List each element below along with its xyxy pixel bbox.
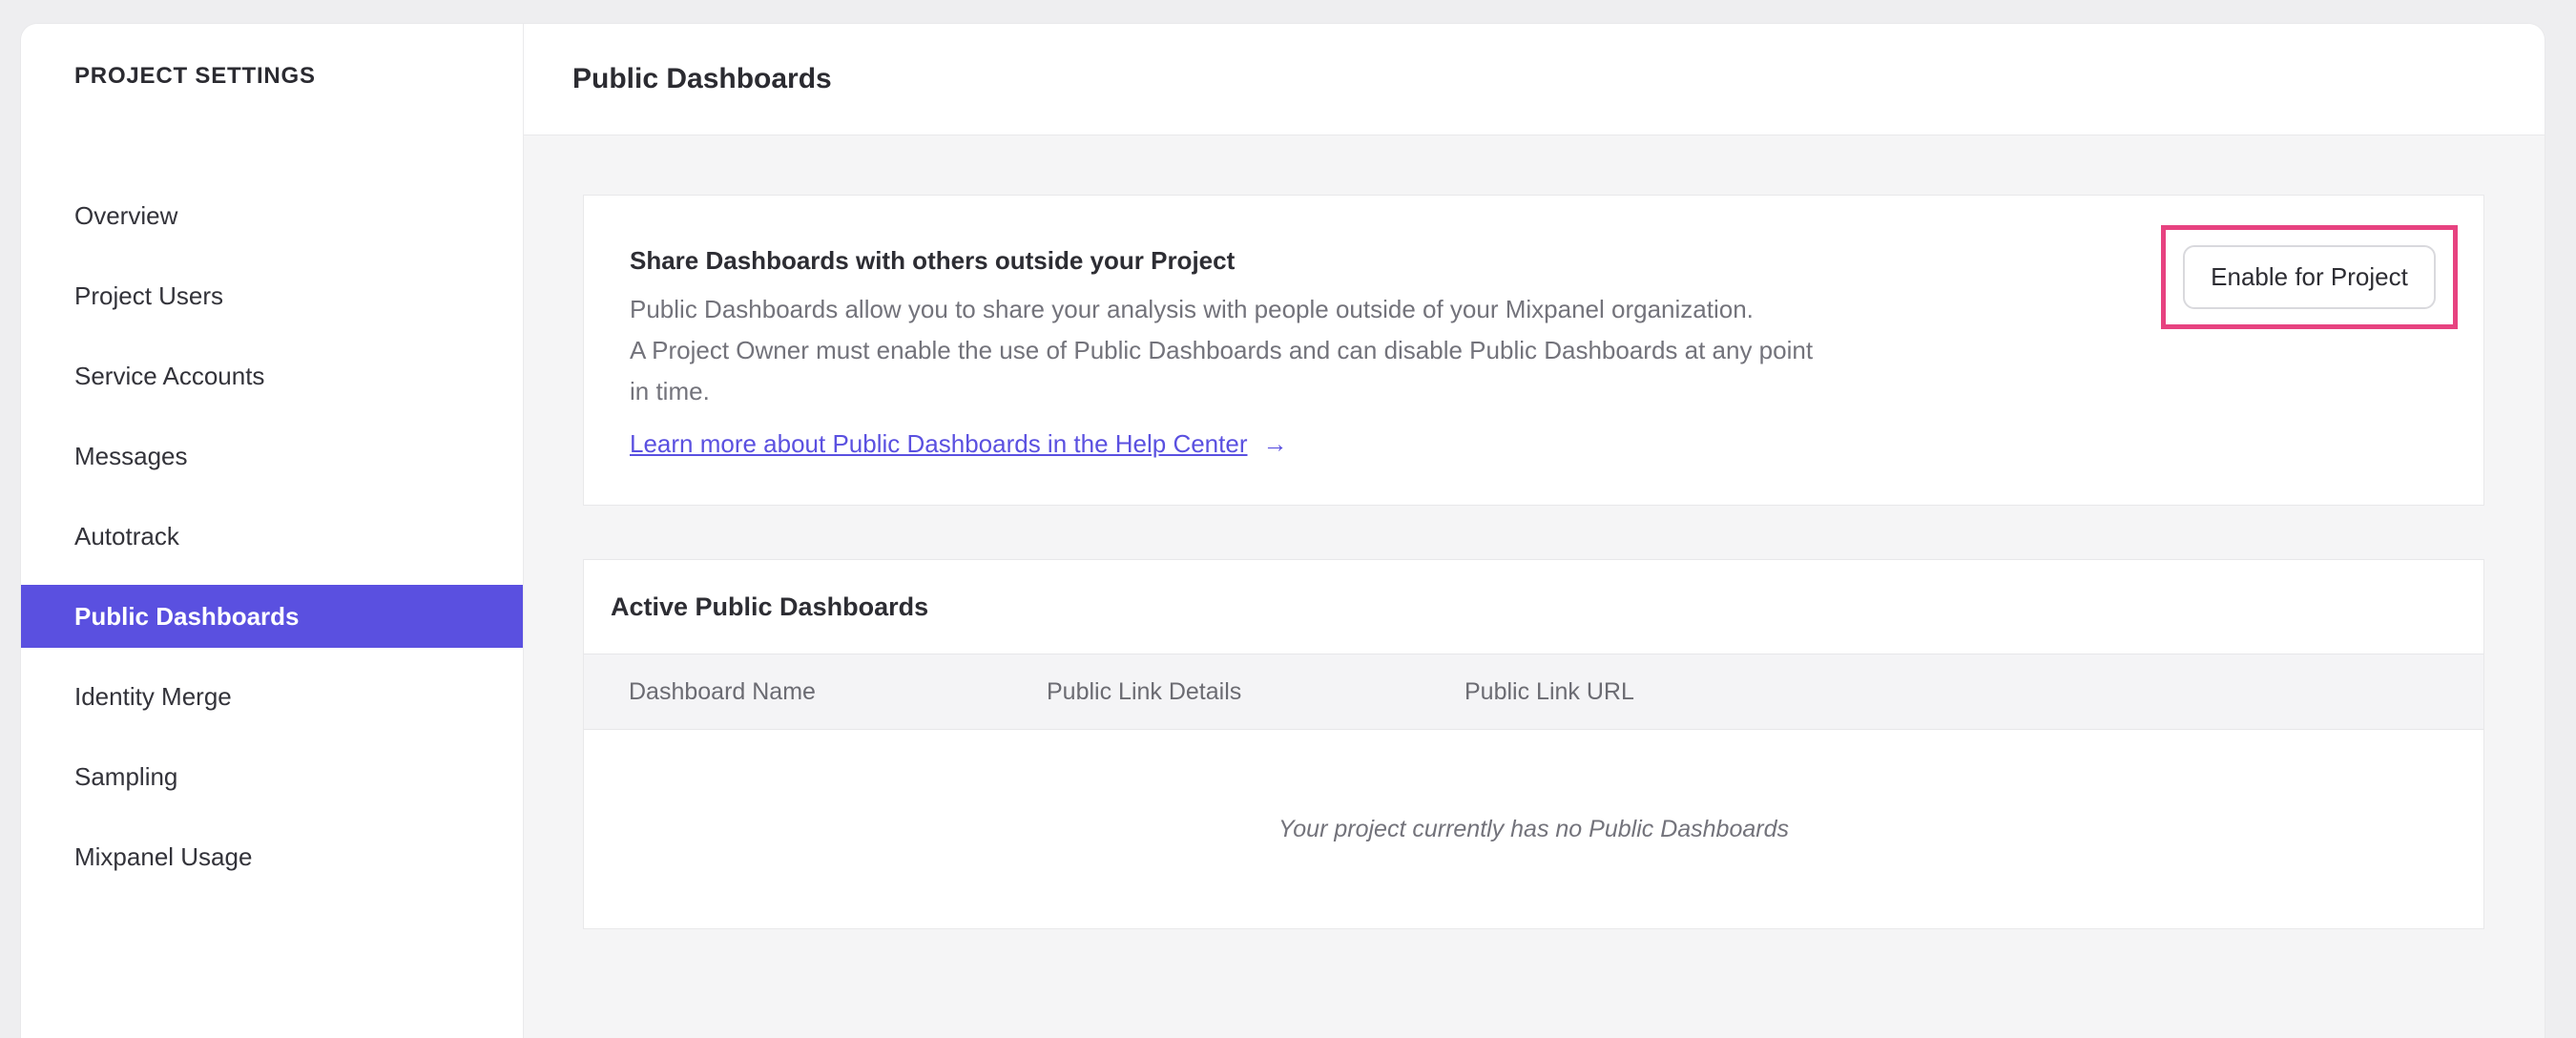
main-area: Public Dashboards Share Dashboards with … [524, 24, 2545, 1038]
column-header-dashboard-name: Dashboard Name [629, 677, 816, 705]
sidebar-item-overview[interactable]: Overview [21, 184, 523, 247]
active-dashboards-card: Active Public Dashboards Dashboard Name … [583, 559, 2484, 929]
sidebar-item-service-accounts[interactable]: Service Accounts [21, 344, 523, 407]
arrow-right-icon: → [1262, 429, 1288, 458]
sidebar-item-project-users[interactable]: Project Users [21, 264, 523, 327]
column-header-public-link-url: Public Link URL [1465, 677, 1634, 705]
share-dashboards-card: Share Dashboards with others outside you… [583, 195, 2484, 506]
page-title: Public Dashboards [572, 63, 832, 94]
sidebar-item-public-dashboards[interactable]: Public Dashboards [21, 585, 523, 648]
sidebar-title: PROJECT SETTINGS [74, 63, 316, 89]
annotation-highlight-box: Enable for Project [2161, 225, 2458, 329]
active-dashboards-title: Active Public Dashboards [611, 592, 929, 621]
settings-panel: PROJECT SETTINGS Overview Project Users … [20, 23, 2545, 1038]
share-card-description-line: in time. [630, 377, 710, 405]
share-card-description-line: A Project Owner must enable the use of P… [630, 336, 1814, 364]
active-dashboards-title-row: Active Public Dashboards [584, 560, 2483, 654]
page-header: Public Dashboards [524, 24, 2545, 135]
sidebar-item-sampling[interactable]: Sampling [21, 745, 523, 808]
empty-state-message: Your project currently has no Public Das… [1278, 815, 1789, 842]
sidebar-item-autotrack[interactable]: Autotrack [21, 505, 523, 568]
help-center-link-row: Learn more about Public Dashboards in th… [630, 424, 2483, 465]
sidebar-item-messages[interactable]: Messages [21, 425, 523, 488]
enable-for-project-button[interactable]: Enable for Project [2183, 245, 2436, 309]
empty-state: Your project currently has no Public Das… [584, 730, 2483, 928]
column-header-public-link-details: Public Link Details [1047, 677, 1242, 705]
sidebar-nav: Overview Project Users Service Accounts … [21, 184, 523, 888]
sidebar: PROJECT SETTINGS Overview Project Users … [21, 24, 524, 1038]
sidebar-item-mixpanel-usage[interactable]: Mixpanel Usage [21, 825, 523, 888]
table-header-row: Dashboard Name Public Link Details Publi… [584, 654, 2483, 730]
help-center-link[interactable]: Learn more about Public Dashboards in th… [630, 424, 1248, 465]
content-area: Share Dashboards with others outside you… [524, 135, 2545, 1038]
sidebar-item-identity-merge[interactable]: Identity Merge [21, 665, 523, 728]
